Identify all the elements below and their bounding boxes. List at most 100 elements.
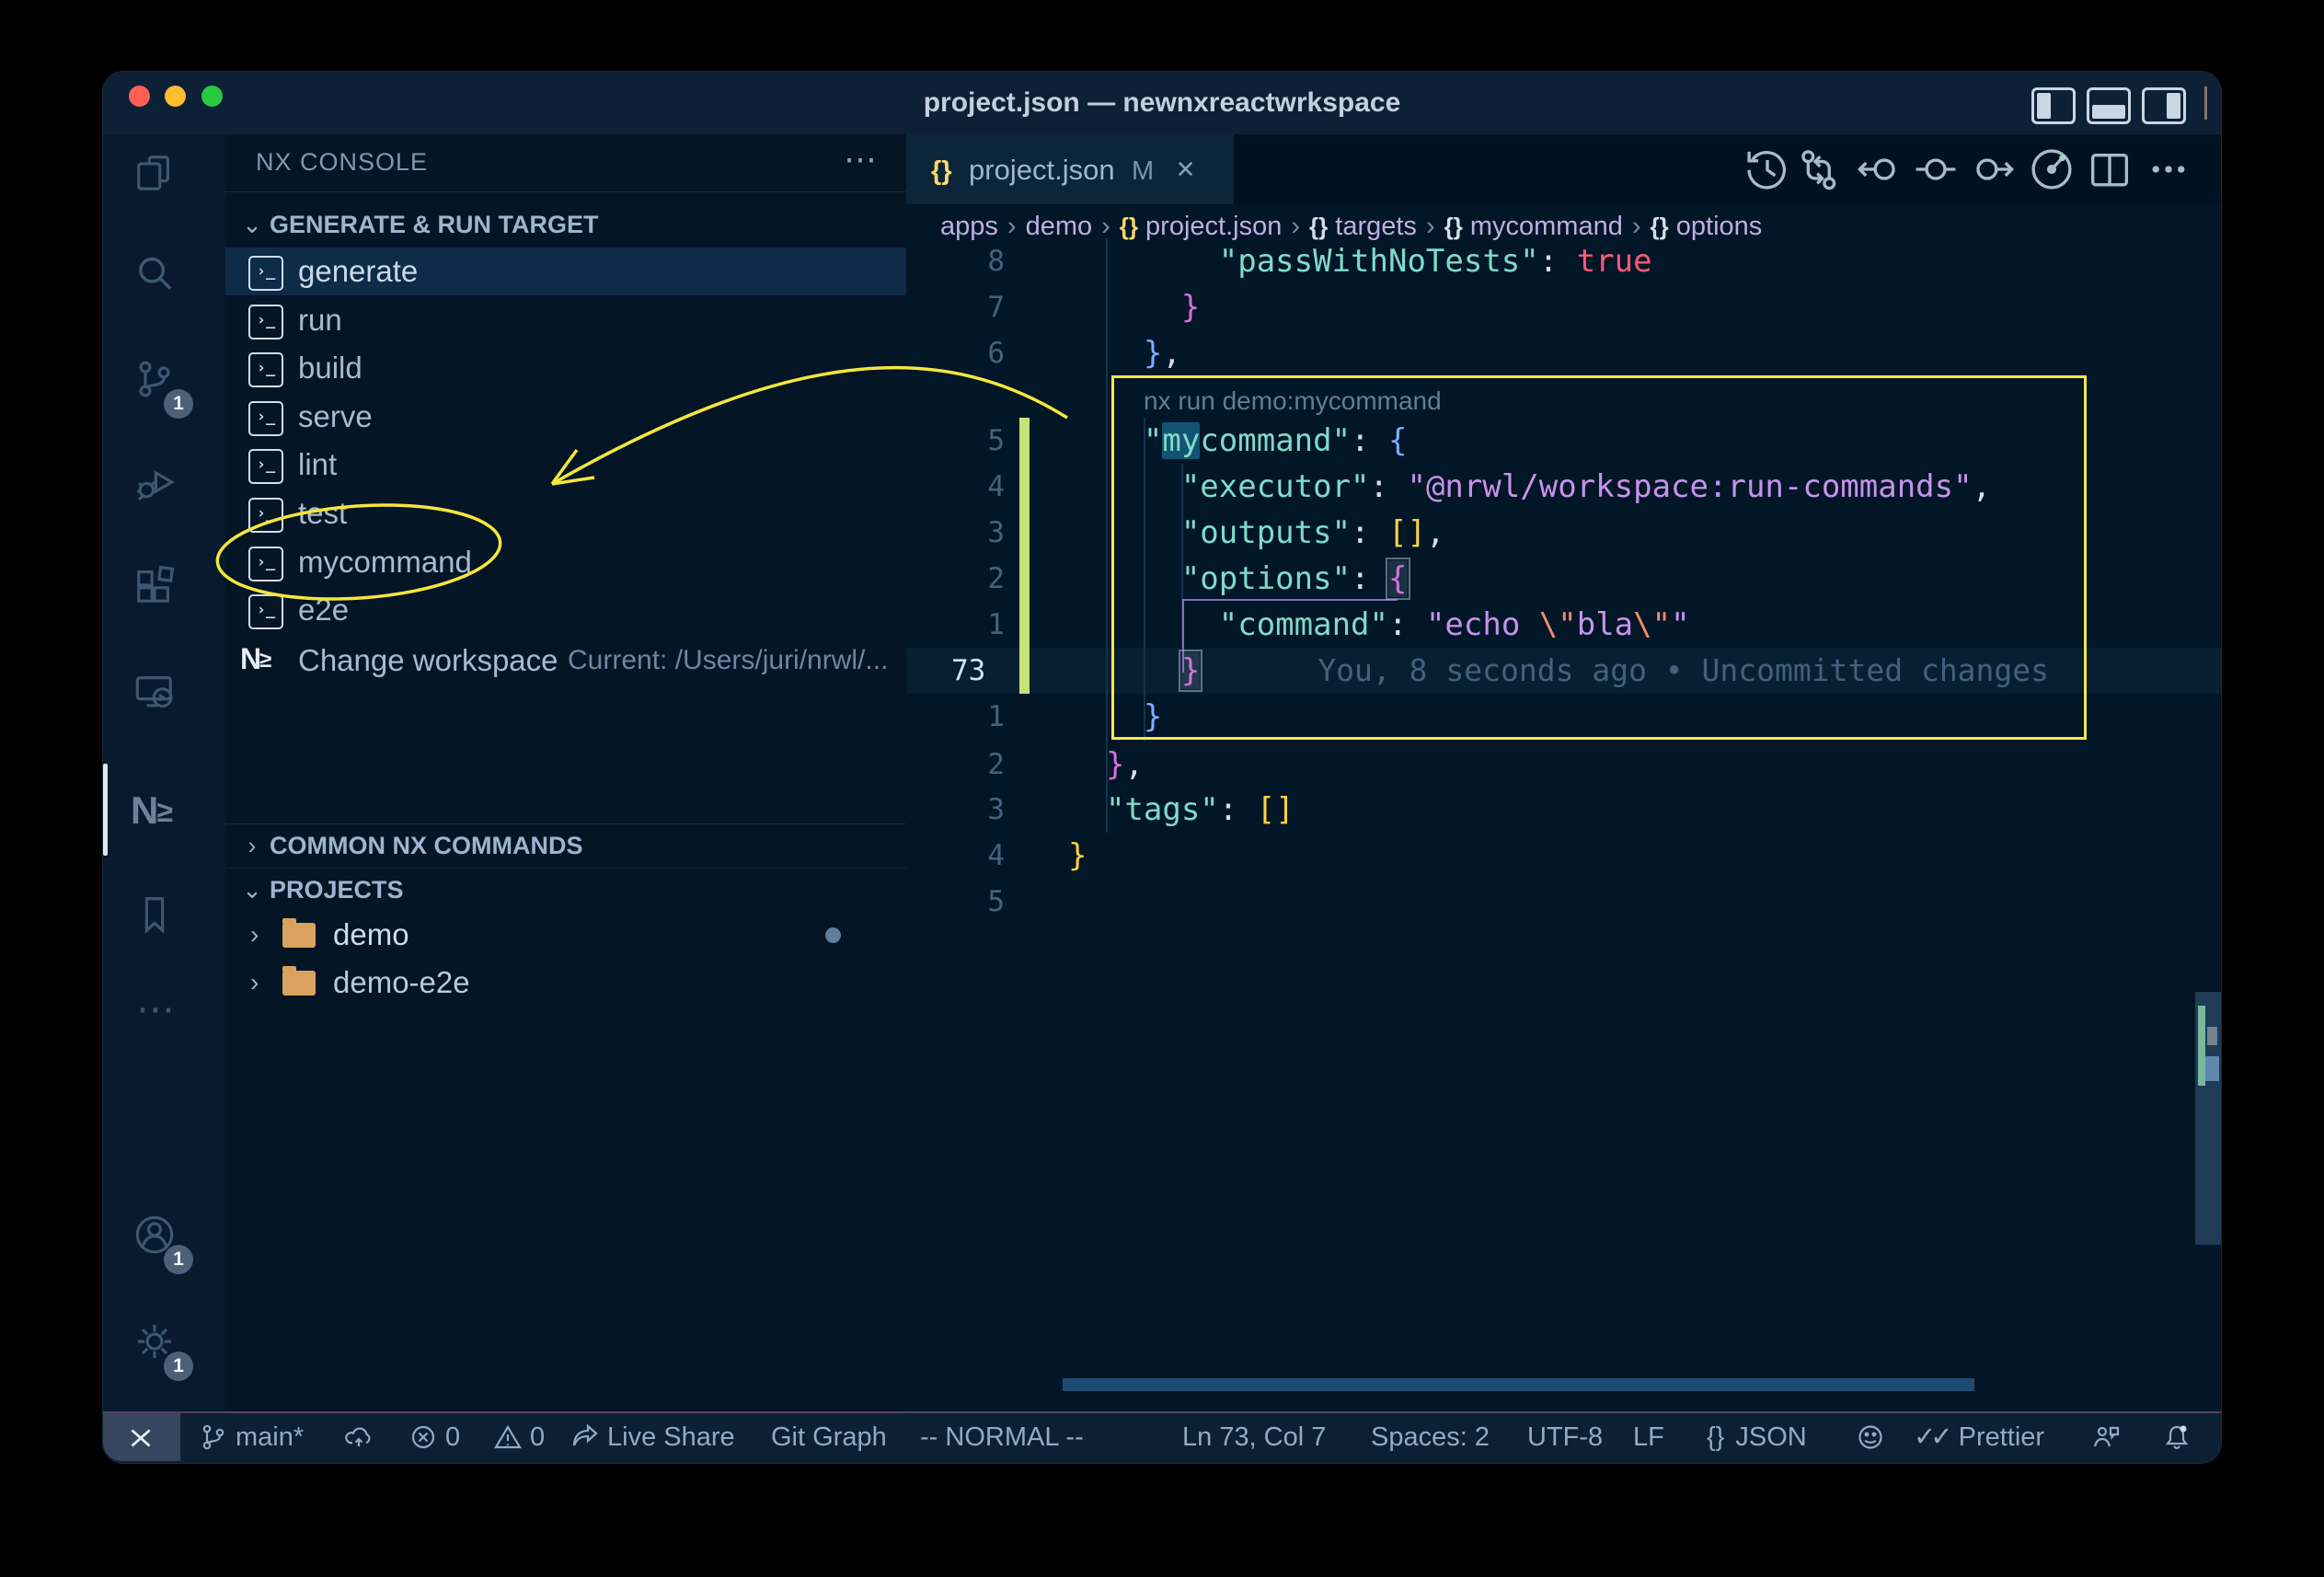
explorer-icon[interactable] — [133, 152, 176, 194]
terminal-icon: ›_ — [248, 498, 283, 533]
nx-console-sidebar: NX CONSOLE ⋯ ⌄ GENERATE & RUN TARGET ›_ … — [225, 134, 906, 1413]
titlebar-separator — [2204, 86, 2207, 120]
breadcrumb-targets[interactable]: targets — [1335, 212, 1417, 241]
settings-badge: 1 — [164, 1352, 193, 1381]
section-common-nx-commands[interactable]: › COMMON NX COMMANDS — [225, 827, 906, 864]
encoding-status[interactable]: UTF-8 — [1527, 1413, 1603, 1461]
line-number[interactable]: 1 — [908, 694, 1005, 740]
vim-mode-indicator[interactable]: -- NORMAL -- — [920, 1413, 1084, 1461]
line-number[interactable]: 3 — [908, 510, 1005, 556]
code-line[interactable]: "tags": [] — [1068, 787, 1294, 833]
line-number[interactable]: 5 — [908, 418, 1005, 464]
code-line[interactable]: }, — [1068, 330, 1181, 376]
next-change-icon[interactable] — [1967, 144, 2019, 195]
code-line[interactable]: "passWithNoTests": true — [1068, 238, 1652, 284]
prettier-status[interactable]: ✓✓Prettier — [1914, 1413, 2044, 1461]
breadcrumb-mycommand[interactable]: mycommand — [1470, 212, 1623, 241]
current-change-icon[interactable] — [1910, 144, 1962, 195]
line-number[interactable]: 8 — [908, 238, 1005, 284]
previous-change-icon[interactable] — [1853, 144, 1904, 195]
cursor-position-status[interactable]: Ln 73, Col 7 — [1182, 1413, 1326, 1461]
chevron-right-icon[interactable]: › — [250, 911, 259, 959]
more-actions-icon[interactable] — [2143, 144, 2194, 195]
compare-changes-icon[interactable] — [1792, 144, 1844, 195]
chevron-right-icon[interactable]: › — [250, 959, 259, 1007]
search-icon[interactable] — [133, 253, 176, 295]
toggle-sidebar-icon[interactable] — [2031, 87, 2076, 124]
sidebar-more-actions-icon[interactable]: ⋯ — [844, 140, 880, 178]
double-check-icon: ✓✓ — [1914, 1422, 1948, 1452]
notifications-bell-button[interactable] — [2162, 1413, 2199, 1461]
indentation-status[interactable]: Spaces: 2 — [1371, 1413, 1490, 1461]
nx-console-icon[interactable]: N≥ — [131, 789, 173, 832]
code-line[interactable]: } — [1068, 833, 1087, 879]
sync-changes-button[interactable] — [344, 1413, 381, 1461]
close-window-button[interactable] — [129, 86, 150, 107]
target-item-lint[interactable]: ›_ lint — [225, 441, 906, 489]
errors-status[interactable]: 0 — [408, 1413, 460, 1461]
horizontal-scrollbar[interactable] — [1063, 1378, 1974, 1391]
folder-icon — [282, 971, 316, 996]
sidebar-title: NX CONSOLE — [256, 144, 428, 180]
target-item-e2e[interactable]: ›_ e2e — [225, 586, 906, 634]
eol-status[interactable]: LF — [1633, 1413, 1664, 1461]
code-line[interactable]: }, — [1068, 742, 1144, 788]
terminal-icon: ›_ — [248, 401, 283, 436]
window-title: project.json — newnxreactwrkspace — [379, 72, 1945, 134]
extensions-icon[interactable] — [133, 564, 176, 606]
code-line[interactable]: } — [1068, 284, 1200, 330]
tab-filename: project.json — [969, 154, 1115, 186]
toggle-secondary-sidebar-icon[interactable] — [2142, 87, 2186, 124]
minimize-window-button[interactable] — [165, 86, 186, 107]
split-editor-icon[interactable] — [2084, 144, 2135, 195]
more-views-icon[interactable]: ⋯ — [136, 988, 178, 1030]
breadcrumb-options[interactable]: options — [1676, 212, 1763, 241]
terminal-icon: ›_ — [248, 305, 283, 340]
breadcrumb-demo[interactable]: demo — [1026, 212, 1093, 241]
line-number[interactable]: 5 — [908, 879, 1005, 925]
live-share-button[interactable]: Live Share — [570, 1413, 735, 1461]
line-number[interactable]: 7 — [908, 284, 1005, 330]
target-item-mycommand[interactable]: ›_ mycommand — [225, 538, 906, 586]
git-graph-button[interactable]: Git Graph — [771, 1413, 887, 1461]
language-mode-status[interactable]: {}JSON — [1707, 1413, 1807, 1461]
project-item-demo[interactable]: › demo — [225, 911, 906, 959]
target-item-build[interactable]: ›_ build — [225, 344, 906, 392]
line-number[interactable]: 6 — [908, 330, 1005, 376]
target-item-serve[interactable]: ›_ serve — [225, 393, 906, 441]
target-item-test[interactable]: ›_ test — [225, 489, 906, 537]
change-workspace-item[interactable]: N≥ Change workspace Current: /Users/juri… — [225, 637, 906, 685]
warnings-status[interactable]: 0 — [493, 1413, 545, 1461]
open-timeline-icon[interactable] — [2026, 144, 2077, 195]
line-number[interactable]: 2 — [908, 556, 1005, 602]
bookmarks-icon[interactable] — [133, 893, 176, 936]
line-number[interactable]: 3 — [908, 787, 1005, 833]
tab-project-json[interactable]: {} project.json M × — [906, 134, 1234, 204]
feedback-person-button[interactable] — [2090, 1413, 2127, 1461]
bell-icon — [2162, 1422, 2192, 1452]
toggle-panel-icon[interactable] — [2087, 87, 2131, 124]
chevron-right-icon: › — [238, 827, 266, 864]
run-debug-icon[interactable] — [133, 461, 176, 503]
nx-logo-n: N — [131, 788, 156, 832]
target-item-run[interactable]: ›_ run — [225, 296, 906, 344]
remote-explorer-icon[interactable] — [133, 670, 176, 712]
current-line-number[interactable]: 73 — [951, 648, 1071, 694]
line-number[interactable]: 4 — [908, 833, 1005, 879]
zoom-window-button[interactable] — [201, 86, 223, 107]
remote-indicator[interactable] — [103, 1413, 180, 1461]
line-number[interactable]: 2 — [908, 742, 1005, 788]
target-item-generate[interactable]: ›_ generate — [225, 247, 906, 295]
breadcrumb-apps[interactable]: apps — [940, 212, 998, 241]
section-projects[interactable]: ⌄ PROJECTS — [225, 871, 906, 908]
timeline-history-icon[interactable] — [1742, 144, 1793, 195]
project-item-demo-e2e[interactable]: › demo-e2e — [225, 959, 906, 1007]
git-branch-status[interactable]: main* — [199, 1413, 304, 1461]
breadcrumb-project-json[interactable]: project.json — [1145, 212, 1282, 241]
error-icon — [408, 1422, 438, 1452]
line-number[interactable]: 1 — [908, 602, 1005, 648]
section-generate-run-target[interactable]: ⌄ GENERATE & RUN TARGET — [225, 206, 906, 243]
line-number[interactable]: 4 — [908, 464, 1005, 510]
feedback-smiley-button[interactable] — [1856, 1413, 1893, 1461]
close-tab-icon[interactable]: × — [1177, 152, 1195, 187]
